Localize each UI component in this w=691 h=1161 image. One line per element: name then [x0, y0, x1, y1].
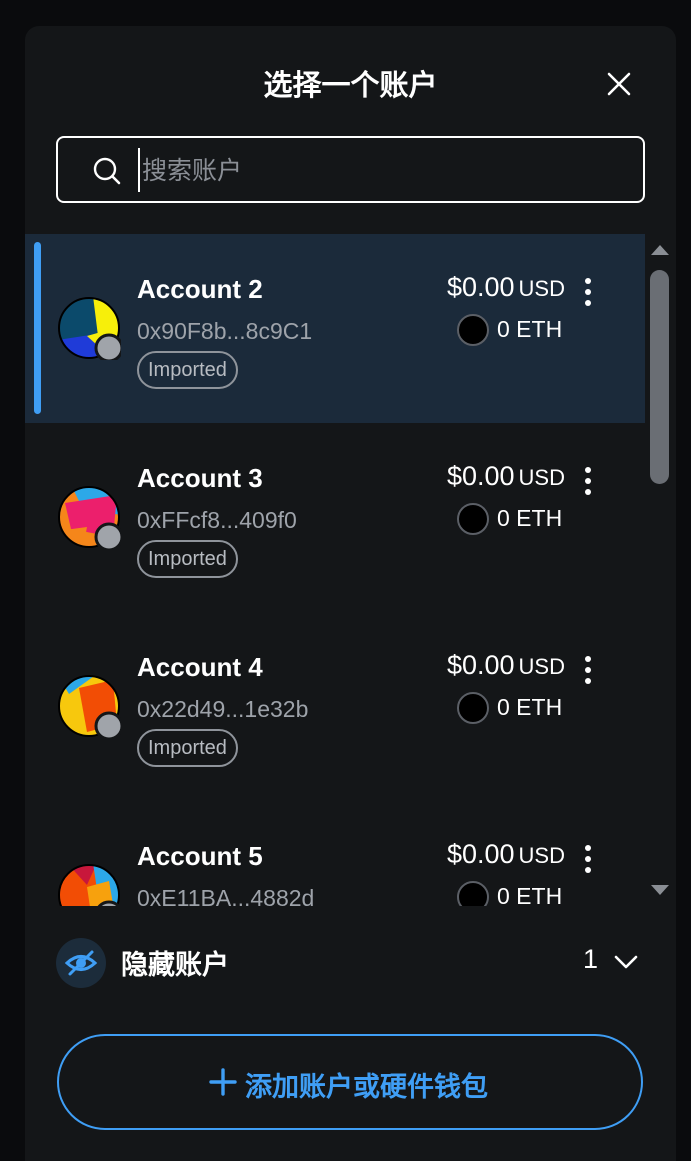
- fiat-balance: $0.00 USD: [447, 461, 565, 492]
- fiat-value: $0.00: [446, 461, 515, 491]
- close-icon: [607, 72, 631, 96]
- account-avatar: [58, 864, 121, 906]
- fiat-currency: USD: [518, 465, 565, 490]
- hidden-accounts-count: 1: [583, 944, 599, 974]
- fiat-balance: $0.00 USD: [447, 272, 565, 303]
- hidden-accounts-toggle[interactable]: 隐藏账户 1: [25, 923, 676, 1003]
- chevron-down-icon: [614, 955, 638, 969]
- scrollbar-thumb[interactable]: [650, 270, 669, 484]
- account-name: Account 5: [137, 841, 263, 871]
- eth-token-icon: [457, 692, 489, 724]
- account-address: 0x22d49...1e32b: [137, 696, 309, 722]
- eth-token-icon: [457, 503, 489, 535]
- fiat-currency: USD: [518, 843, 565, 868]
- imported-tag: Imported: [137, 540, 238, 578]
- token-amount: 0 ETH: [497, 694, 563, 720]
- account-name: Account 3: [137, 463, 263, 493]
- account-name: Account 2: [137, 274, 263, 304]
- account-options-button[interactable]: [578, 276, 598, 310]
- fiat-value: $0.00: [446, 650, 515, 680]
- modal-title: 选择一个账户: [263, 68, 438, 102]
- imported-tag: Imported: [137, 351, 238, 389]
- fiat-value: $0.00: [446, 839, 515, 869]
- account-row[interactable]: Account 5 0xE11BA...4882d $0.00 USD 0 ETH: [25, 801, 645, 906]
- hidden-accounts-label: 隐藏账户: [121, 950, 229, 981]
- fiat-currency: USD: [518, 654, 565, 679]
- search-icon: [93, 157, 121, 185]
- account-address: 0xE11BA...4882d: [137, 885, 315, 906]
- account-avatar: [58, 675, 121, 738]
- account-address: 0x90F8b...8c9C1: [137, 318, 313, 344]
- account-address: 0xFFcf8...409f0: [137, 507, 297, 533]
- account-options-button[interactable]: [578, 843, 598, 877]
- account-options-button[interactable]: [578, 465, 598, 499]
- scroll-down-arrow-icon[interactable]: [650, 884, 670, 896]
- account-avatar: [58, 486, 121, 549]
- account-row-selected[interactable]: Account 2 0x90F8b...8c9C1 Imported $0.00…: [25, 234, 645, 423]
- fiat-balance: $0.00 USD: [447, 650, 565, 681]
- account-row[interactable]: Account 4 0x22d49...1e32b Imported $0.00…: [25, 612, 645, 801]
- account-row[interactable]: Account 3 0xFFcf8...409f0 Imported $0.00…: [25, 423, 645, 612]
- token-amount: 0 ETH: [497, 316, 563, 342]
- account-picker-modal: 选择一个账户 搜索账户 Account 2 0x90F8b...8c9C1 Im…: [25, 26, 676, 1161]
- fiat-currency: USD: [518, 276, 565, 301]
- eth-token-icon: [457, 314, 489, 346]
- fiat-balance: $0.00 USD: [447, 839, 565, 870]
- add-account-or-hardware-wallet-button[interactable]: 添加账户或硬件钱包: [57, 1034, 643, 1130]
- search-input[interactable]: [138, 148, 618, 192]
- close-button[interactable]: [603, 68, 635, 100]
- scroll-up-arrow-icon[interactable]: [650, 244, 670, 256]
- account-options-button[interactable]: [578, 654, 598, 688]
- token-amount: 0 ETH: [497, 505, 563, 531]
- selected-indicator: [34, 242, 41, 414]
- account-name: Account 4: [137, 652, 263, 682]
- account-list[interactable]: Account 2 0x90F8b...8c9C1 Imported $0.00…: [25, 234, 645, 906]
- imported-tag: Imported: [137, 729, 238, 767]
- search-box[interactable]: [56, 136, 645, 203]
- plus-icon: [209, 1068, 237, 1096]
- token-amount: 0 ETH: [497, 883, 563, 906]
- modal-header: 选择一个账户: [25, 26, 676, 134]
- eth-token-icon: [457, 881, 489, 906]
- account-avatar: [58, 297, 121, 360]
- add-account-label: 添加账户或硬件钱包: [245, 1072, 488, 1103]
- fiat-value: $0.00: [446, 272, 515, 302]
- eye-slash-icon: [56, 938, 106, 988]
